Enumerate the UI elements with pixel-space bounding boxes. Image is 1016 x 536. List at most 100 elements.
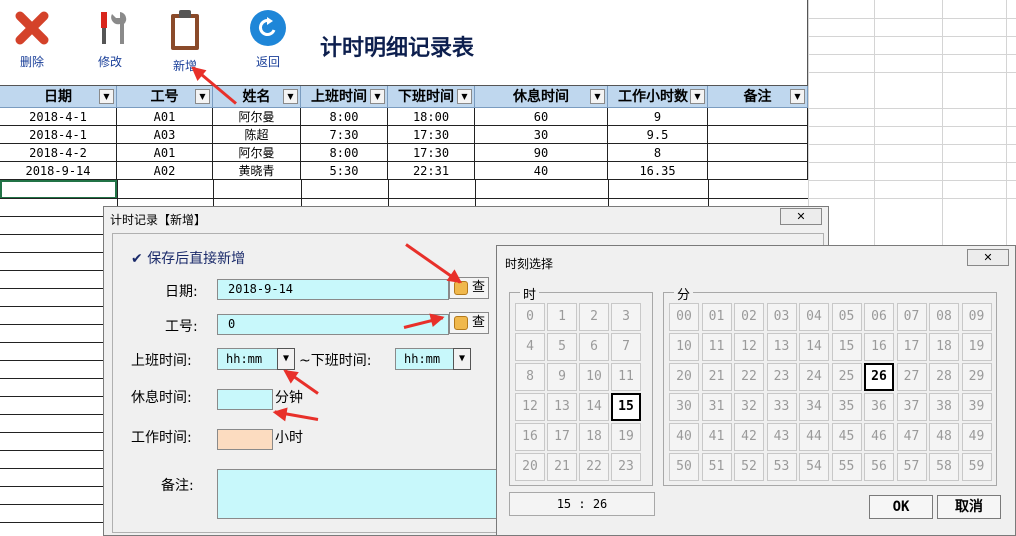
hour-cell[interactable]: 4 — [515, 333, 545, 361]
minute-cell[interactable]: 52 — [734, 453, 764, 481]
end-time-combo[interactable]: hh:mm ▼ — [395, 348, 471, 370]
minute-cell[interactable]: 35 — [831, 393, 862, 421]
table-cell[interactable]: 90 — [475, 144, 608, 162]
hour-cell[interactable]: 10 — [579, 363, 609, 391]
minute-cell[interactable]: 07 — [896, 303, 927, 331]
minute-cell[interactable]: 02 — [734, 303, 764, 331]
minute-cell[interactable]: 20 — [669, 363, 699, 391]
minute-cell[interactable]: 32 — [734, 393, 764, 421]
minute-cell[interactable]: 21 — [701, 363, 732, 391]
hour-cell[interactable]: 1 — [547, 303, 577, 331]
minute-cell[interactable]: 22 — [734, 363, 764, 391]
minute-cell[interactable]: 42 — [734, 423, 764, 451]
minute-cell[interactable]: 41 — [701, 423, 732, 451]
table-cell[interactable]: 黄晓青 — [213, 162, 301, 180]
filter-dropdown-icon[interactable]: ▼ — [283, 89, 298, 104]
table-cell[interactable] — [708, 144, 808, 162]
minute-cell[interactable]: 30 — [669, 393, 699, 421]
minute-cell[interactable]: 44 — [799, 423, 829, 451]
minute-cell[interactable]: 25 — [831, 363, 862, 391]
table-cell[interactable]: 7:30 — [301, 126, 388, 144]
table-cell[interactable]: 阿尔曼 — [213, 144, 301, 162]
table-cell[interactable]: A03 — [117, 126, 213, 144]
table-cell[interactable]: 8 — [608, 144, 708, 162]
minute-cell[interactable]: 16 — [864, 333, 894, 361]
hour-cell[interactable]: 15 — [611, 393, 641, 421]
minute-cell[interactable]: 57 — [896, 453, 927, 481]
edit-button[interactable]: 修改 — [80, 8, 140, 70]
hour-cell[interactable]: 6 — [579, 333, 609, 361]
minute-cell[interactable]: 50 — [669, 453, 699, 481]
minute-cell[interactable]: 29 — [961, 363, 992, 391]
minute-cell[interactable]: 43 — [766, 423, 797, 451]
filter-dropdown-icon[interactable]: ▼ — [790, 89, 805, 104]
table-row[interactable]: 2018-4-1 A03 陈超 7:30 17:30 30 9.5 — [0, 126, 808, 144]
back-button[interactable]: 返回 — [238, 8, 298, 70]
minute-cell[interactable]: 53 — [766, 453, 797, 481]
hour-cell[interactable]: 22 — [579, 453, 609, 481]
hour-cell[interactable]: 8 — [515, 363, 545, 391]
hour-cell[interactable]: 5 — [547, 333, 577, 361]
minute-cell[interactable]: 58 — [929, 453, 959, 481]
minute-cell[interactable]: 11 — [701, 333, 732, 361]
table-cell[interactable]: 8:00 — [301, 108, 388, 126]
table-cell[interactable] — [708, 108, 808, 126]
minute-cell[interactable]: 45 — [831, 423, 862, 451]
hour-cell[interactable]: 2 — [579, 303, 609, 331]
table-cell[interactable]: 9.5 — [608, 126, 708, 144]
record-dialog-close-button[interactable]: ✕ — [780, 208, 822, 225]
minute-cell[interactable]: 36 — [864, 393, 894, 421]
minute-cell[interactable]: 55 — [831, 453, 862, 481]
empno-lookup-button[interactable]: 查 — [449, 312, 489, 334]
minute-cell[interactable]: 12 — [734, 333, 764, 361]
minute-cell[interactable]: 06 — [864, 303, 894, 331]
minute-cell[interactable]: 24 — [799, 363, 829, 391]
note-field[interactable] — [217, 469, 507, 519]
filter-dropdown-icon[interactable]: ▼ — [690, 89, 705, 104]
minute-cell[interactable]: 47 — [896, 423, 927, 451]
table-cell[interactable]: 22:31 — [388, 162, 475, 180]
hour-cell[interactable]: 12 — [515, 393, 545, 421]
table-cell[interactable]: 5:30 — [301, 162, 388, 180]
table-cell[interactable]: 18:00 — [388, 108, 475, 126]
minute-cell[interactable]: 38 — [929, 393, 959, 421]
filter-dropdown-icon[interactable]: ▼ — [590, 89, 605, 104]
minute-cell[interactable]: 34 — [799, 393, 829, 421]
minute-cell[interactable]: 10 — [669, 333, 699, 361]
minute-cell[interactable]: 08 — [929, 303, 959, 331]
table-cell[interactable]: 17:30 — [388, 126, 475, 144]
table-cell[interactable]: 2018-4-1 — [0, 126, 117, 144]
table-cell[interactable]: 阿尔曼 — [213, 108, 301, 126]
hour-cell[interactable]: 7 — [611, 333, 641, 361]
table-cell[interactable]: 9 — [608, 108, 708, 126]
table-cell[interactable] — [708, 126, 808, 144]
minute-cell[interactable]: 18 — [929, 333, 959, 361]
table-row[interactable]: 2018-4-1 A01 阿尔曼 8:00 18:00 60 9 — [0, 108, 808, 126]
table-cell[interactable]: 2018-9-14 — [0, 162, 117, 180]
table-cell[interactable]: 陈超 — [213, 126, 301, 144]
minute-cell[interactable]: 54 — [799, 453, 829, 481]
table-cell[interactable]: A01 — [117, 144, 213, 162]
save-and-new-checkbox[interactable]: ✔ 保存后直接新增 — [131, 248, 245, 268]
cancel-button[interactable]: 取消 — [937, 495, 1001, 519]
ok-button[interactable]: OK — [869, 495, 933, 519]
selected-cell[interactable] — [0, 180, 117, 199]
hour-cell[interactable]: 18 — [579, 423, 609, 451]
minute-cell[interactable]: 46 — [864, 423, 894, 451]
filter-dropdown-icon[interactable]: ▼ — [457, 89, 472, 104]
table-cell[interactable]: 2018-4-1 — [0, 108, 117, 126]
minute-cell[interactable]: 28 — [929, 363, 959, 391]
minute-cell[interactable]: 00 — [669, 303, 699, 331]
minute-cell[interactable]: 23 — [766, 363, 797, 391]
hour-cell[interactable]: 21 — [547, 453, 577, 481]
minute-cell[interactable]: 03 — [766, 303, 797, 331]
table-cell[interactable]: 30 — [475, 126, 608, 144]
table-cell[interactable]: 17:30 — [388, 144, 475, 162]
minute-cell[interactable]: 31 — [701, 393, 732, 421]
minute-cell[interactable]: 33 — [766, 393, 797, 421]
rest-time-field[interactable] — [217, 389, 273, 410]
table-cell[interactable]: 2018-4-2 — [0, 144, 117, 162]
table-cell[interactable]: 8:00 — [301, 144, 388, 162]
minute-cell[interactable]: 27 — [896, 363, 927, 391]
hour-cell[interactable]: 13 — [547, 393, 577, 421]
